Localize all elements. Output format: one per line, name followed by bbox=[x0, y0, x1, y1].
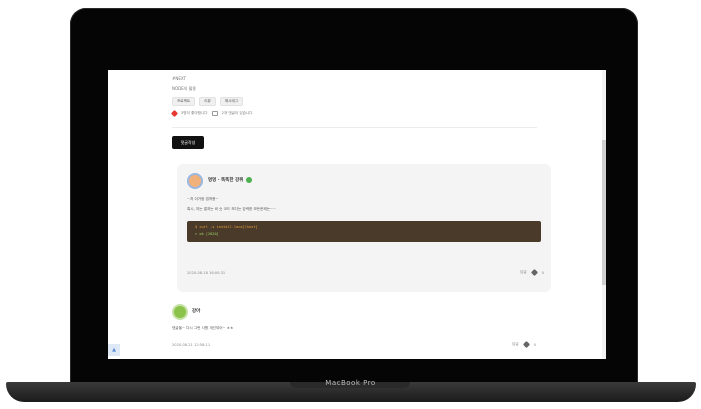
comment-author-name[interactable]: 멍멍 · 똑똑한 강쥐 bbox=[208, 177, 243, 183]
comment-card: 멍멍 · 똑똑한 강쥐 ~저 이거랑 겹쳐용~ 혹시, 저는 결과는 비 슷 코… bbox=[177, 164, 551, 292]
up-arrow-icon[interactable]: ▲ bbox=[108, 344, 120, 356]
post-meta-line-1: #NEXT bbox=[172, 76, 186, 81]
comment-date: 2020-08-21 12:58:11 bbox=[172, 343, 211, 347]
tag-item[interactable]: 리뷰 bbox=[199, 97, 216, 106]
tag-item[interactable]: 해시태그 bbox=[219, 97, 244, 106]
comment-author-name[interactable]: 강아 bbox=[192, 308, 200, 314]
comment-actions: 답글 0 bbox=[512, 340, 536, 349]
browser-viewport: #NEXT NODE의 활용 프로젝트 리뷰 해시태그 3명이 좋아합니다 2개… bbox=[108, 70, 606, 359]
code-line: > ok [2020] bbox=[195, 232, 219, 236]
avatar[interactable] bbox=[187, 173, 203, 189]
scrollbar-thumb[interactable] bbox=[602, 140, 606, 285]
likes-text: 3명이 좋아합니다 bbox=[181, 111, 208, 115]
comment-date: 2020-08-18 16:00:31 bbox=[187, 271, 226, 275]
comment-text-line: 댓글을~ 다시 그런 사항 개선되어~ ㅎㅎ bbox=[172, 326, 234, 330]
divider bbox=[172, 127, 537, 128]
brand-label: MacBook Pro bbox=[325, 379, 376, 387]
code-line: $ curl -s install.loca[lhost] bbox=[195, 225, 258, 229]
comment-text-line: ~저 이거랑 겹쳐용~ bbox=[187, 197, 219, 201]
comment-author: 멍멍 · 똑똑한 강쥐 bbox=[208, 177, 253, 183]
heart-icon[interactable] bbox=[522, 340, 530, 349]
tag-list: 프로젝트 리뷰 해시태그 bbox=[172, 97, 244, 106]
comment-text-line: 혹시, 저는 결과는 비 슷 코드 보다는 강력한 모든문제는~~ bbox=[187, 207, 277, 211]
post-meta-line-2: NODE의 활용 bbox=[172, 86, 197, 91]
heart-icon[interactable] bbox=[170, 109, 179, 118]
write-comment-button[interactable]: 댓글작성 bbox=[172, 136, 204, 149]
reply-button[interactable]: 답글 bbox=[512, 342, 519, 347]
comment-actions: 답글 0 bbox=[520, 268, 544, 277]
reply-button[interactable]: 답글 bbox=[520, 270, 527, 275]
post-meta: #NEXT NODE의 활용 bbox=[172, 74, 196, 94]
tag-item[interactable]: 프로젝트 bbox=[172, 97, 196, 106]
comments-count-text: 2개 댓글이 있습니다 bbox=[221, 111, 253, 115]
avatar[interactable] bbox=[172, 304, 188, 320]
comment-icon[interactable] bbox=[211, 111, 218, 116]
post-reactions: 3명이 좋아합니다 2개 댓글이 있습니다 bbox=[170, 109, 253, 118]
like-count: 0 bbox=[541, 270, 544, 275]
code-block: $ curl -s install.loca[lhost] > ok [2020… bbox=[187, 221, 541, 242]
like-count: 0 bbox=[533, 342, 536, 347]
heart-icon[interactable] bbox=[530, 268, 538, 277]
verified-icon bbox=[246, 177, 253, 183]
